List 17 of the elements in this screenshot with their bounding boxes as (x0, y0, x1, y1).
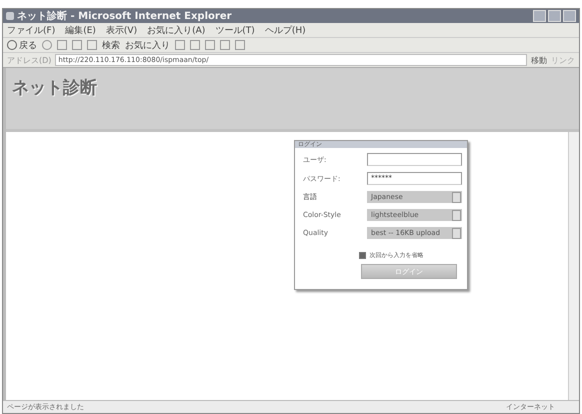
menu-item[interactable]: 表示(V) (106, 24, 138, 36)
vertical-scrollbar[interactable] (568, 132, 579, 400)
search-button[interactable]: 検索 (102, 38, 120, 52)
window-title: ネット診断 - Microsoft Internet Explorer (17, 10, 233, 23)
checkbox[interactable] (358, 252, 366, 259)
menu-item[interactable]: ヘルプ(H) (264, 24, 306, 36)
page-heading: ネット診断 (12, 78, 97, 98)
browser-icon (6, 12, 14, 20)
menu-item[interactable]: ファイル(F) (7, 24, 56, 36)
favorites-button[interactable]: お気に入り (125, 38, 170, 52)
menu-item[interactable]: ツール(T) (215, 24, 255, 36)
back-button[interactable]: 戻る (7, 38, 37, 52)
menu-item[interactable]: お気に入り(A) (147, 24, 206, 36)
menu-item[interactable]: 編集(E) (65, 24, 96, 36)
go-button[interactable]: 移動 (531, 54, 547, 66)
user-field[interactable] (367, 153, 462, 166)
address-label: アドレス(D) (7, 54, 52, 66)
